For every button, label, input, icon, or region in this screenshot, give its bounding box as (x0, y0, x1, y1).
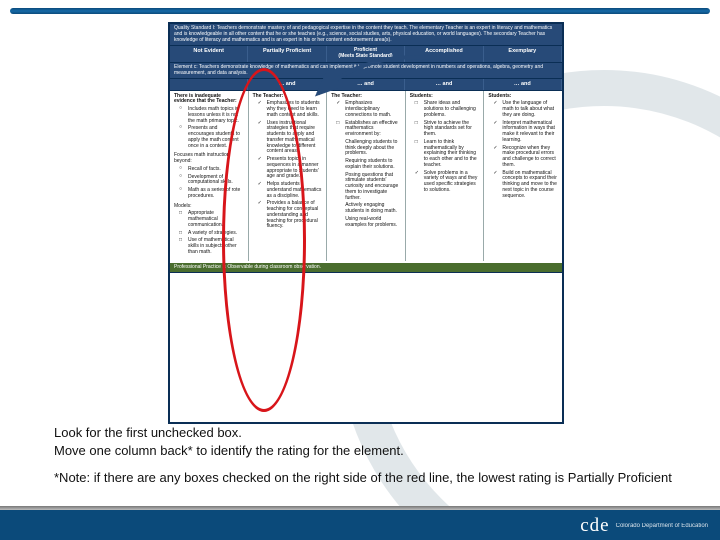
header-partially-proficient: Partially Proficient (248, 46, 326, 62)
cde-logo: cde Colorado Department of Education (580, 515, 708, 537)
header-accomplished: Accomplished (405, 46, 483, 62)
rating-c4: … and (405, 79, 483, 89)
c2-item: Presents topics in sequences in a manner… (261, 157, 323, 180)
c3-sub: Requiring students to explain their solu… (339, 159, 401, 171)
c1-item: Math as a series of rote procedures. (182, 188, 244, 200)
col-not-evident: There is inadequate evidence that the Te… (170, 91, 249, 261)
c3-item: Emphasizes interdisciplinary connections… (339, 101, 401, 118)
c3-sub: Challenging students to think deeply abo… (339, 140, 401, 157)
instruction-note: *Note: if there are any boxes checked on… (54, 469, 680, 487)
header-exemplary: Exemplary (484, 46, 562, 62)
c2-item: Provides a balance of teaching for conce… (261, 201, 323, 230)
rating-c2: … and (248, 79, 326, 89)
rating-c5: … and (484, 79, 562, 89)
rating-c1 (170, 79, 248, 89)
rubric-table: Quality Standard I: Teachers demonstrate… (168, 22, 564, 424)
col-exemplary: Students: Use the language of math to ta… (484, 91, 562, 261)
instruction-line-1: Look for the first unchecked box. (54, 424, 680, 442)
c2-item: Helps students understand mathematics as… (261, 182, 323, 199)
c5-item: Interpret mathematical information in wa… (496, 121, 558, 144)
rating-and-row: … and … and … and … and (170, 79, 562, 90)
c2-item: Uses instructional strategies that requi… (261, 121, 323, 156)
c1-item: Use of mathematical skills in subjects o… (182, 238, 244, 255)
logo-text: cde (580, 515, 609, 537)
c1-item: Appropriate mathematical communication. (182, 211, 244, 228)
rubric-body: There is inadequate evidence that the Te… (170, 91, 562, 261)
rating-c3: … and (327, 79, 405, 89)
c1-item: A variety of strategies. (182, 231, 244, 237)
professional-practice-band: Professional Practice is Observable duri… (170, 263, 562, 274)
c4-item: Share ideas and solutions to challenging… (418, 101, 480, 118)
c3-sub: Actively engaging students in doing math… (339, 203, 401, 215)
standard-header: Quality Standard I: Teachers demonstrate… (170, 24, 562, 46)
top-accent-bar (10, 8, 710, 14)
c3-sub: Using real-world examples for problems. (339, 217, 401, 229)
c5-item: Build on mathematical concepts to expand… (496, 171, 558, 200)
logo-org: Colorado Department of Education (616, 523, 708, 530)
col-proficient: The Teacher: Emphasizes interdisciplinar… (327, 91, 406, 261)
instruction-line-2: Move one column back* to identify the ra… (54, 442, 680, 460)
instruction-text: Look for the first unchecked box. Move o… (54, 424, 680, 487)
col-partially-proficient: The Teacher: Emphasizes to students why … (249, 91, 328, 261)
c5-item: Use the language of math to talk about w… (496, 101, 558, 118)
c4-item: Learn to think mathematically by explain… (418, 140, 480, 169)
header-proficient: Proficient(Meets State Standard) (327, 46, 405, 62)
c3-item: Establishes an effective mathematics env… (339, 121, 401, 138)
c4-item: Solve problems in a variety of ways and … (418, 171, 480, 194)
c2-item: Emphasizes to students why they need to … (261, 101, 323, 118)
footer: cde Colorado Department of Education (0, 510, 720, 540)
header-not-evident: Not Evident (170, 46, 248, 62)
c3-sub: Posing questions that stimulate students… (339, 173, 401, 202)
c4-item: Strive to achieve the high standards set… (418, 121, 480, 138)
column-headers: Not Evident Partially Proficient Profici… (170, 46, 562, 63)
c1-item: Development of computational skills. (182, 175, 244, 187)
c1-item: Includes math topics in lessons unless i… (182, 107, 244, 124)
col-accomplished: Students: Share ideas and solutions to c… (406, 91, 485, 261)
c1-item: Recall of facts. (182, 167, 244, 173)
element-header: Element c: Teachers demonstrate knowledg… (170, 63, 562, 80)
slide: Quality Standard I: Teachers demonstrate… (0, 0, 720, 540)
c1-item: Presents and encourages students to appl… (182, 126, 244, 149)
c5-item: Recognize when they make procedural erro… (496, 146, 558, 169)
